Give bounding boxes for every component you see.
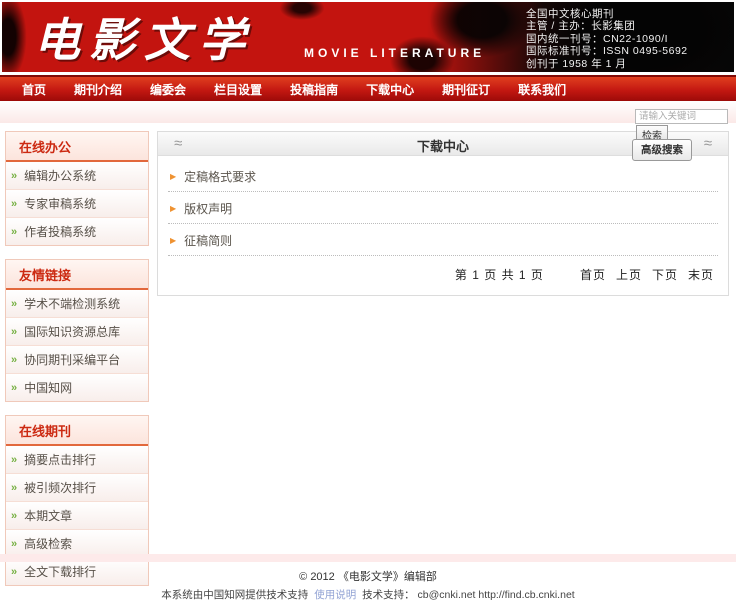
support-line: 本系统由中国知网提供技术支持 使用说明 技术支持： cb@cnki.net ht…: [0, 584, 736, 602]
download-item[interactable]: ▶ 定稿格式要求: [168, 160, 718, 192]
sidebar-item[interactable]: » 协同期刊采编平台: [6, 346, 148, 374]
banner-info-line: 全国中文核心期刊: [526, 8, 724, 20]
download-item[interactable]: ▶ 版权声明: [168, 192, 718, 224]
banner-info-line: 国际标准刊号：ISSN 0495-5692: [526, 45, 724, 57]
manual-link[interactable]: 使用说明: [314, 589, 356, 601]
double-chevron-icon: »: [11, 510, 17, 522]
download-item[interactable]: ▶ 征稿简则: [168, 224, 718, 256]
sidebar-item-label: 被引频次排行: [24, 479, 96, 496]
sidebar-item-label: 学术不端检测系统: [24, 295, 120, 312]
sidebar-item-label: 本期文章: [24, 507, 72, 524]
pagination-link-1[interactable]: 首页: [580, 268, 606, 282]
sidebar-item-label: 摘要点击排行: [24, 451, 96, 468]
sidebar-item-label: 编辑办公系统: [24, 167, 96, 184]
search-input[interactable]: [635, 109, 728, 124]
sidebar-item-label: 协同期刊采编平台: [24, 351, 120, 368]
pagination-status: 第 1 页 共 1 页: [455, 268, 544, 282]
double-chevron-icon: »: [11, 226, 17, 238]
sidebar-item[interactable]: » 摘要点击排行: [6, 446, 148, 474]
sidebar-item[interactable]: » 专家审稿系统: [6, 190, 148, 218]
triangle-bullet-icon: ▶: [170, 204, 176, 214]
nav-item-2[interactable]: 期刊介绍: [60, 77, 136, 101]
download-item-label: 定稿格式要求: [184, 168, 256, 185]
double-chevron-icon: »: [11, 482, 17, 494]
nav-item-6[interactable]: 下载中心: [352, 77, 428, 101]
pagination-links: 首页上页下页末页: [570, 268, 714, 282]
banner-info-line: 国内统一刊号：CN22-1090/I: [526, 33, 724, 45]
nav-item-7[interactable]: 期刊征订: [428, 77, 504, 101]
banner-info-line: 主管 / 主办：长影集团: [526, 20, 724, 32]
sidebar-section-title: 在线办公: [6, 132, 148, 162]
download-item-label: 征稿简则: [184, 232, 232, 249]
sidebar-section-title: 友情链接: [6, 260, 148, 290]
sidebar-item[interactable]: » 中国知网: [6, 374, 148, 401]
search-strip: [0, 101, 736, 123]
sidebar-section-1: 在线办公 » 编辑办公系统 » 专家审稿系统 » 作者投稿系统: [5, 131, 149, 246]
wave-icon: ≈: [704, 135, 712, 152]
sidebar-item[interactable]: » 编辑办公系统: [6, 162, 148, 190]
sidebar-item-label: 专家审稿系统: [24, 195, 96, 212]
journal-logo-en: MOVIE LITERATURE: [304, 46, 485, 60]
double-chevron-icon: »: [11, 298, 17, 310]
sidebar-item-label: 国际知识资源总库: [24, 323, 120, 340]
sidebar-item-label: 高级检索: [24, 535, 72, 552]
sidebar-section-2: 友情链接 » 学术不端检测系统 » 国际知识资源总库 » 协同期刊采编平台 » 中国知网: [5, 259, 149, 402]
sidebar-item-label: 作者投稿系统: [24, 223, 96, 240]
sidebar-section-title: 在线期刊: [6, 416, 148, 446]
double-chevron-icon: »: [11, 198, 17, 210]
content-area: 在线办公 » 编辑办公系统 » 专家审稿系统 » 作者投稿系统友情链接 » 学术不端检测系统 » 国…: [5, 131, 729, 599]
support-prefix: 本系统由中国知网提供技术支持: [161, 589, 308, 601]
banner: 电影文学 MOVIE LITERATURE 全国中文核心期刊主管 / 主办：长影…: [2, 2, 734, 72]
nav-item-4[interactable]: 栏目设置: [200, 77, 276, 101]
banner-info-line: 创刊于 1958 年 1 月: [526, 58, 724, 70]
double-chevron-icon: »: [11, 382, 17, 394]
sidebar-item[interactable]: » 作者投稿系统: [6, 218, 148, 245]
double-chevron-icon: »: [11, 354, 17, 366]
journal-logo: 电影文学: [34, 4, 254, 70]
sidebar-item[interactable]: » 学术不端检测系统: [6, 290, 148, 318]
sidebar-item-label: 中国知网: [24, 379, 72, 396]
nav-item-1[interactable]: 首页: [8, 77, 60, 101]
sidebar-item[interactable]: » 本期文章: [6, 502, 148, 530]
double-chevron-icon: »: [11, 326, 17, 338]
double-chevron-icon: »: [11, 538, 17, 550]
triangle-bullet-icon: ▶: [170, 236, 176, 246]
pagination: 第 1 页 共 1 页 首页上页下页末页: [158, 256, 728, 295]
download-list: ▶ 定稿格式要求 ▶ 版权声明 ▶ 征稿简则: [158, 156, 728, 256]
main-nav: 首页期刊介绍编委会栏目设置投稿指南下载中心期刊征订联系我们: [0, 75, 736, 101]
sidebar-item[interactable]: » 国际知识资源总库: [6, 318, 148, 346]
double-chevron-icon: »: [11, 170, 17, 182]
pagination-link-2[interactable]: 上页: [616, 268, 642, 282]
footer-band: [0, 554, 736, 562]
sidebar: 在线办公 » 编辑办公系统 » 专家审稿系统 » 作者投稿系统友情链接 » 学术不端检测系统 » 国…: [5, 131, 149, 599]
sidebar-item[interactable]: » 被引频次排行: [6, 474, 148, 502]
pagination-link-4[interactable]: 末页: [688, 268, 714, 282]
nav-item-3[interactable]: 编委会: [136, 77, 200, 101]
banner-info: 全国中文核心期刊主管 / 主办：长影集团国内统一刊号：CN22-1090/I国际…: [526, 8, 724, 70]
advanced-search-button[interactable]: 高级搜索: [632, 139, 692, 161]
nav-item-8[interactable]: 联系我们: [504, 77, 580, 101]
pagination-link-3[interactable]: 下页: [652, 268, 678, 282]
support-suffix: 技术支持： cb@cnki.net http://find.cb.cnki.ne…: [362, 589, 575, 601]
triangle-bullet-icon: ▶: [170, 172, 176, 182]
copyright-text: © 2012 《电影文学》编辑部: [0, 562, 736, 584]
nav-item-5[interactable]: 投稿指南: [276, 77, 352, 101]
footer: © 2012 《电影文学》编辑部 本系统由中国知网提供技术支持 使用说明 技术支…: [0, 554, 736, 602]
double-chevron-icon: »: [11, 454, 17, 466]
download-item-label: 版权声明: [184, 200, 232, 217]
